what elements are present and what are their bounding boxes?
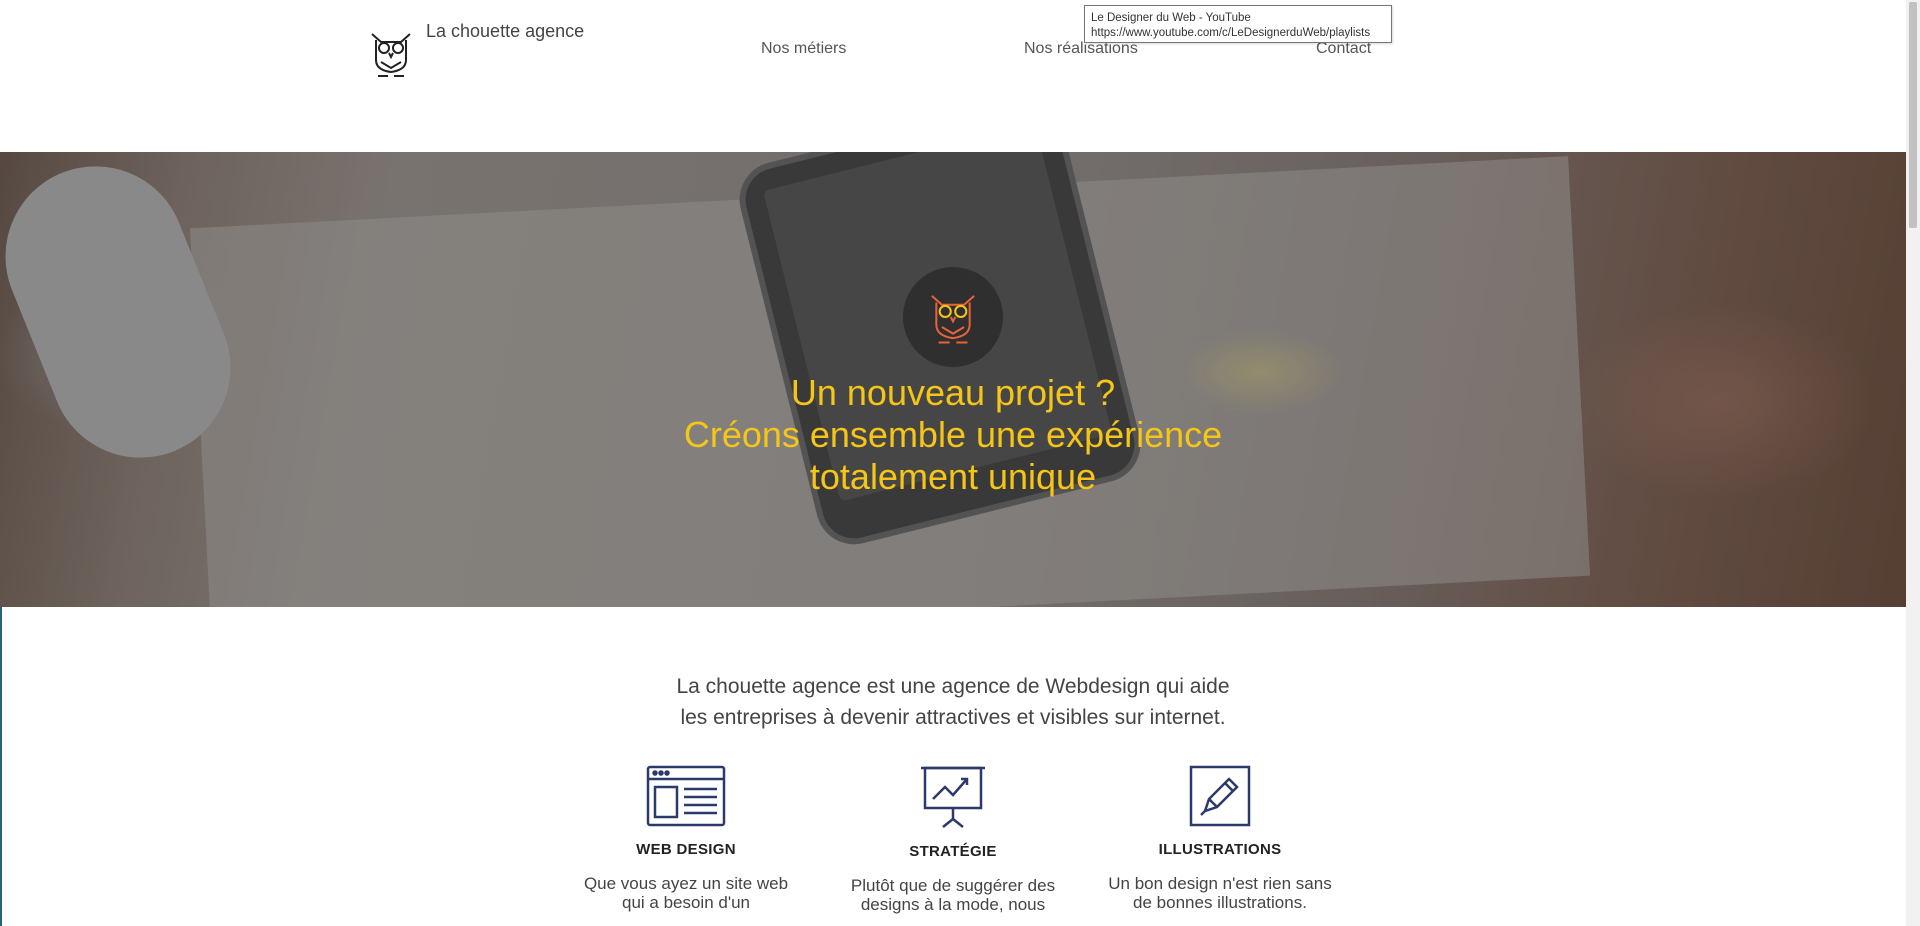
feature-title: WEB DESIGN — [636, 841, 736, 858]
hero-heading: Un nouveau projet ? Créons ensemble une … — [0, 372, 1906, 498]
feature-description: Plutôt que de suggérer des designs à la … — [833, 876, 1073, 914]
feature-strategie: STRATÉGIE Plutôt que de suggérer des des… — [833, 765, 1073, 914]
hero-line-3: totalement unique — [809, 456, 1097, 497]
owl-logo-icon[interactable] — [368, 26, 414, 80]
hero-line-2: Créons ensemble une expérience — [683, 414, 1223, 455]
nav-nos-metiers[interactable]: Nos métiers — [761, 40, 846, 58]
tooltip-title: Le Designer du Web - YouTube — [1091, 12, 1251, 24]
hero-line-1: Un nouveau projet ? — [790, 372, 1116, 413]
feature-desc-line: designs à la mode, nous — [860, 895, 1046, 914]
brand-name[interactable]: La chouette agence — [426, 21, 584, 42]
hero-banner: Un nouveau projet ? Créons ensemble une … — [0, 152, 1906, 607]
feature-illustrations: ILLUSTRATIONS Un bon design n'est rien s… — [1100, 765, 1340, 912]
feature-desc-line: qui a besoin d'un — [621, 893, 750, 912]
feature-desc-line: Que vous ayez un site web — [583, 874, 789, 893]
feature-title: ILLUSTRATIONS — [1158, 841, 1282, 858]
intro-line-1: La chouette agence est une agence de Web… — [676, 675, 1230, 698]
illustration-icon — [1189, 765, 1251, 827]
link-tooltip: Le Designer du Web - YouTube https://www… — [1084, 5, 1392, 43]
web-design-icon — [646, 765, 726, 827]
scrollbar-thumb[interactable] — [1909, 2, 1917, 228]
vertical-scrollbar[interactable] — [1906, 0, 1920, 926]
feature-title: STRATÉGIE — [909, 843, 997, 860]
feature-desc-line: Un bon design n'est rien sans — [1108, 874, 1332, 893]
feature-description: Que vous ayez un site web qui a besoin d… — [566, 874, 806, 912]
feature-desc-line: Plutôt que de suggérer des — [850, 876, 1056, 895]
site-header: La chouette agence Nos métiers Nos réali… — [0, 0, 1906, 152]
feature-desc-line: de bonnes illustrations. — [1133, 893, 1307, 912]
strategy-icon — [921, 766, 985, 828]
intro-line-2: les entreprises à devenir attractives et… — [680, 706, 1226, 729]
hero-owl-logo — [903, 267, 1003, 367]
tooltip-url: https://www.youtube.com/c/LeDesignerduWe… — [1091, 27, 1371, 39]
feature-web-design: WEB DESIGN Que vous ayez un site web qui… — [566, 765, 806, 912]
owl-logo-icon — [931, 295, 975, 344]
feature-description: Un bon design n'est rien sans de bonnes … — [1100, 874, 1340, 912]
intro-text: La chouette agence est une agence de Web… — [0, 671, 1906, 733]
